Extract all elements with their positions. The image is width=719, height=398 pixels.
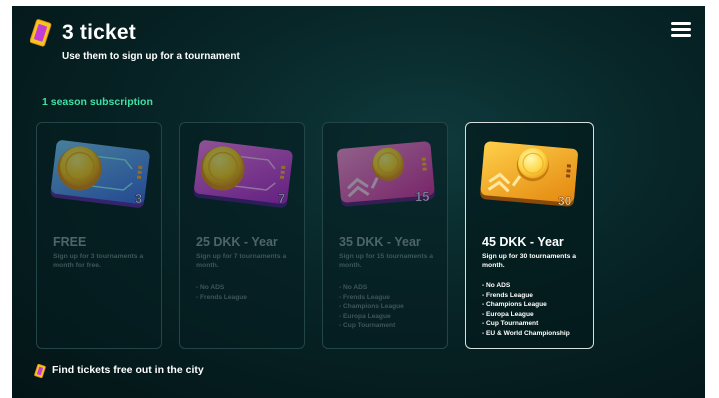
plan-description: Sign up for 30 tournaments a month. xyxy=(482,253,577,269)
section-label: 1 season subscription xyxy=(42,96,153,108)
plan-card-free[interactable]: 3 FREE Sign up for 3 tournaments a month… xyxy=(36,122,162,349)
plan-features: - No ADS - Frends League xyxy=(196,283,301,302)
plan-feature-item: - Frends League xyxy=(482,291,533,299)
ticket-number: 7 xyxy=(278,191,285,206)
plan-description: Sign up for 15 tournaments a month. xyxy=(339,253,434,269)
ticket-icon xyxy=(30,19,52,47)
ticket-gold-icon: 30 xyxy=(480,141,578,208)
page-title: 3 ticket xyxy=(62,21,136,44)
plan-feature-item: - Cup Tournament xyxy=(339,322,396,330)
plan-feature-item: - Champions League xyxy=(339,303,404,311)
plan-feature-item: - No ADS xyxy=(196,284,225,291)
subscription-screen: 3 ticket Use them to sign up for a tourn… xyxy=(12,6,705,398)
plan-features: - No ADS - Frends League - Champions Leagu… xyxy=(482,281,587,339)
plan-feature-item: - Cup Tournament xyxy=(482,320,539,328)
plan-feature-item: - Frends League xyxy=(339,293,390,301)
plan-price: FREE xyxy=(53,235,87,249)
ticket-blue-icon: 3 xyxy=(50,140,150,208)
page-subtitle: Use them to sign up for a tournament xyxy=(62,51,240,62)
plan-feature-item: - Europa League xyxy=(339,312,391,320)
hamburger-menu-icon[interactable] xyxy=(671,22,691,38)
plan-feature-item: - No ADS xyxy=(339,284,368,291)
ticket-magenta-icon: 7 xyxy=(193,140,293,208)
plan-card-45[interactable]: 30 45 DKK - Year Sign up for 30 tourname… xyxy=(465,122,594,349)
plan-feature-item: - Frends League xyxy=(196,293,247,301)
footer-link[interactable]: Find tickets free out in the city xyxy=(52,364,204,376)
ticket-number: 30 xyxy=(558,194,572,208)
plan-price: 35 DKK - Year xyxy=(339,235,421,249)
plan-price: 25 DKK - Year xyxy=(196,235,278,249)
plan-feature-item: - No ADS xyxy=(482,282,511,289)
plan-feature-item: - Europa League xyxy=(482,310,534,318)
ticket-icon xyxy=(34,364,46,378)
plan-price: 45 DKK - Year xyxy=(482,235,564,249)
ticket-pink-icon: 15 xyxy=(337,141,435,207)
plan-card-35[interactable]: 15 35 DKK - Year Sign up for 15 tourname… xyxy=(322,122,448,349)
plan-card-25[interactable]: 7 25 DKK - Year Sign up for 7 tournament… xyxy=(179,122,305,349)
plan-feature-item: - EU & World Championship xyxy=(482,329,570,337)
plan-features: - No ADS - Frends League - Champions Leagu… xyxy=(339,283,444,331)
plan-description: Sign up for 3 tournaments a month for fr… xyxy=(53,253,144,269)
plan-description: Sign up for 7 tournaments a month. xyxy=(196,253,287,269)
plan-feature-item: - Champions League xyxy=(482,301,547,309)
ticket-number: 15 xyxy=(415,189,429,204)
ticket-number: 3 xyxy=(135,191,142,206)
